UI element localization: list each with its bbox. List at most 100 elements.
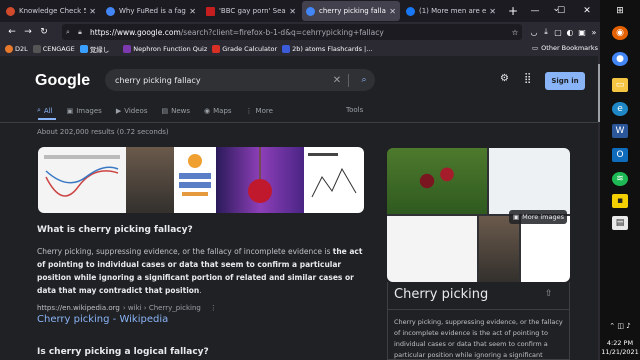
news-icon: ▤ <box>161 106 169 115</box>
tab-more[interactable]: ⋮ More <box>246 106 273 115</box>
person-thumbnail[interactable] <box>126 147 174 213</box>
knowledge-panel-description: Cherry picking, suppressing evidence, or… <box>394 318 563 359</box>
cherries-photo[interactable] <box>387 148 487 214</box>
clear-icon[interactable]: ✕ <box>330 75 344 86</box>
account-icon[interactable]: ◐ <box>564 28 576 37</box>
tab-strip: Knowledge Check 5 - Mah...✕ Why FuRed is… <box>0 0 600 22</box>
chart-art <box>308 153 357 198</box>
browser-tab-3[interactable]: 'BBC gay porn' Search - XV...✕ <box>202 1 300 21</box>
downloads-icon[interactable]: ⤓ <box>540 27 552 37</box>
more-icon: ⋮ <box>245 106 253 115</box>
browser-tab-4[interactable]: cherry picking fallacy - Goo...✕ <box>302 1 400 21</box>
close-icon[interactable]: ✕ <box>289 7 296 16</box>
image-icon: ▣ <box>66 106 74 115</box>
apps-grid-icon[interactable]: ⣿ <box>524 73 531 84</box>
bookmark-favicon <box>32 45 41 53</box>
bookmark-item[interactable]: Nephron Function Quiz <box>123 45 207 53</box>
bookmark-favicon <box>212 45 221 53</box>
back-button[interactable]: ← <box>4 27 20 37</box>
sticky-notes-icon[interactable]: ▪ <box>612 194 628 208</box>
browser-tab-5[interactable]: (1) More men are escaping...✕ <box>402 1 500 21</box>
bookmark-item[interactable]: 覚縁し <box>79 44 109 54</box>
start-icon[interactable]: ⊞ <box>612 4 628 18</box>
close-window-button[interactable]: ✕ <box>574 0 600 22</box>
app-icon[interactable]: ▤ <box>612 216 628 230</box>
cherry-photo-thumbnail[interactable] <box>216 147 304 213</box>
bookmarks-toolbar: D2L CENGAGE 覚縁し Nephron Function Quiz Gr… <box>0 42 600 56</box>
tab-favicon <box>6 6 15 16</box>
search-box[interactable]: cherry picking fallacy ✕ ⌕ <box>105 69 375 91</box>
bookmark-item[interactable]: CENGAGE <box>32 45 75 53</box>
extension-icon[interactable]: ▢ <box>552 28 564 37</box>
close-icon[interactable]: ✕ <box>489 7 496 16</box>
new-tab-button[interactable]: + <box>504 4 522 18</box>
tab-videos[interactable]: ▶ Videos <box>116 106 148 115</box>
minimize-button[interactable]: — <box>522 0 548 22</box>
graph-thumbnail[interactable] <box>38 147 126 213</box>
people-also-ask-question[interactable]: Is cherry picking a logical fallacy? <box>37 347 209 357</box>
tab-images[interactable]: ▣ Images <box>67 106 102 115</box>
tools-button[interactable]: Tools <box>346 106 363 114</box>
tab-favicon <box>106 6 115 16</box>
settings-gear-icon[interactable]: ⚙ <box>500 73 509 84</box>
share-icon[interactable]: ⇧ <box>545 289 553 299</box>
result-menu-icon[interactable]: ⋮ <box>210 304 217 312</box>
google-logo[interactable]: Google <box>35 72 90 90</box>
tab-title: Why FuRed is a faggot - G... <box>119 7 186 15</box>
bookmark-label: Nephron Function Quiz <box>133 45 208 53</box>
cherry-picking-poster-thumbnail[interactable] <box>174 147 216 213</box>
maximize-button[interactable]: ☐ <box>548 0 574 22</box>
sign-in-button[interactable]: Sign in <box>545 72 585 90</box>
extensions-overflow-icon[interactable]: » <box>588 28 600 37</box>
close-icon[interactable]: ✕ <box>389 7 396 16</box>
lock-icon[interactable]: 🔒︎ <box>74 28 86 37</box>
chart-thumbnail[interactable] <box>304 147 364 213</box>
result-stats: About 202,000 results (0.72 seconds) <box>37 128 169 136</box>
pocket-icon[interactable]: ◡ <box>528 28 540 37</box>
clock-time: 4:22 PM <box>606 339 634 347</box>
url-text[interactable]: https://www.google.com/search?client=fir… <box>90 28 508 37</box>
poster-photo[interactable] <box>489 148 570 214</box>
bookmark-item[interactable]: Grade Calculator <box>212 45 277 53</box>
other-bookmarks[interactable]: ▭ Other Bookmarks <box>532 44 598 52</box>
reload-button[interactable]: ↻ <box>36 27 52 37</box>
close-icon[interactable]: ✕ <box>89 7 96 16</box>
browser-tab-1[interactable]: Knowledge Check 5 - Mah...✕ <box>2 1 100 21</box>
word-icon[interactable]: W <box>612 124 628 138</box>
close-icon[interactable]: ✕ <box>189 7 196 16</box>
forward-button[interactable]: → <box>20 27 36 37</box>
featured-question: What is cherry picking fallacy? <box>37 225 193 235</box>
outlook-icon[interactable]: O <box>612 148 628 162</box>
browser-tab-2[interactable]: Why FuRed is a faggot - G...✕ <box>102 1 200 21</box>
tab-label: More <box>255 106 273 115</box>
poster-photo[interactable] <box>521 216 570 282</box>
bookmark-star-icon[interactable]: ☆ <box>508 28 522 37</box>
tab-all[interactable]: ⌕ All <box>37 106 53 115</box>
address-bar[interactable]: ⌕ 🔒︎ https://www.google.com/search?clien… <box>62 24 522 40</box>
search-input[interactable]: cherry picking fallacy <box>115 76 330 85</box>
featured-image-strip[interactable] <box>38 147 364 213</box>
bookmark-item[interactable]: D2L <box>5 45 28 53</box>
system-tray-icons[interactable]: ⌃ ◫ ♪ <box>600 322 640 330</box>
file-explorer-icon[interactable]: ▭ <box>612 78 628 92</box>
image-icon: ▣ <box>513 213 520 221</box>
tab-favicon <box>406 6 415 16</box>
spotify-icon[interactable]: ≋ <box>612 172 628 186</box>
more-images-button[interactable]: ▣ More images <box>509 210 567 224</box>
taskbar-clock[interactable]: 4:22 PM 11/21/2021 <box>600 339 640 357</box>
graph-photo[interactable] <box>387 216 477 282</box>
tab-label: All <box>43 106 53 115</box>
extension-icon[interactable]: ▣ <box>576 28 588 37</box>
bookmark-item[interactable]: 2b) atoms Flashcards |... <box>282 45 372 53</box>
tab-favicon <box>306 6 315 16</box>
person-photo[interactable] <box>479 216 519 282</box>
url-path: /search?client=firefox-b-1-d&q=cehrrypic… <box>180 27 384 37</box>
search-icon[interactable]: ⌕ <box>353 75 375 85</box>
tab-maps[interactable]: ◉ Maps <box>204 106 232 115</box>
tab-news[interactable]: ▤ News <box>161 106 190 115</box>
citation-host: https://en.wikipedia.org <box>37 304 120 312</box>
result-link[interactable]: Cherry picking - Wikipedia <box>37 314 168 325</box>
chrome-icon[interactable]: ● <box>612 52 628 66</box>
firefox-icon[interactable]: ◉ <box>612 26 628 40</box>
edge-icon[interactable]: e <box>612 102 628 116</box>
